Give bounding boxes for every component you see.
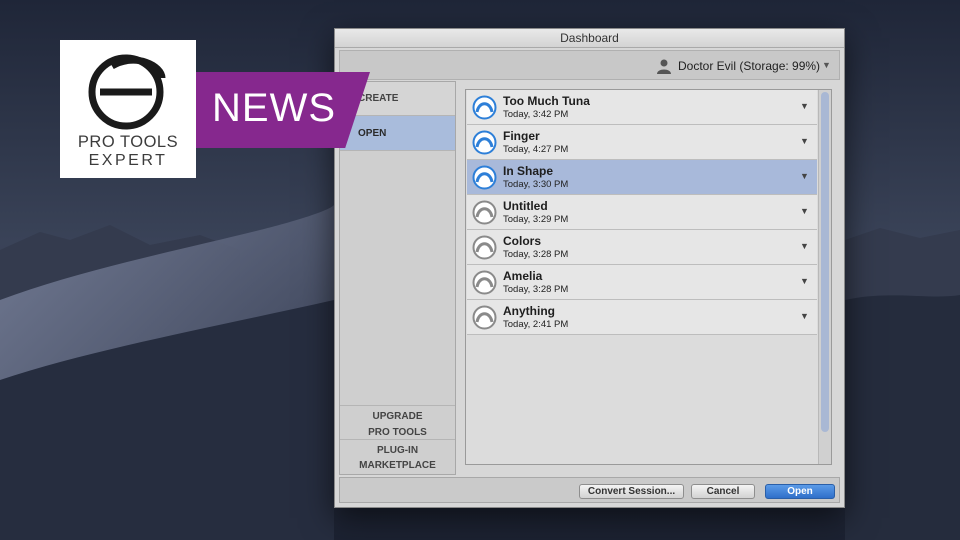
chevron-down-icon[interactable]: ▼ [800,101,809,111]
chevron-down-icon[interactable]: ▼ [800,206,809,216]
chevron-down-icon[interactable]: ▼ [800,311,809,321]
logo-card: PRO TOOLS EXPERT [60,40,196,178]
chevron-down-icon[interactable]: ▼ [800,171,809,181]
sidebar: CREATE OPEN UPGRADE PRO TOOLS PLUG-IN MA… [339,81,456,475]
session-row[interactable]: Amelia Today, 3:28 PM ▼ [467,265,817,300]
pro-tools-session-icon [472,95,497,120]
session-time: Today, 4:27 PM [503,144,569,155]
user-bar: Doctor Evil (Storage: 99%) ▼ [339,50,840,80]
pro-tools-session-icon [472,270,497,295]
sidebar-item-open[interactable]: OPEN [340,116,455,151]
chevron-down-icon[interactable]: ▼ [800,276,809,286]
session-time: Today, 3:42 PM [503,109,569,120]
sidebar-item-label: OPEN [358,128,387,139]
session-row[interactable]: Too Much Tuna Today, 3:42 PM ▼ [467,90,817,125]
session-list: Too Much Tuna Today, 3:42 PM ▼ Finger To… [465,89,832,465]
session-time: Today, 2:41 PM [503,319,569,330]
session-time: Today, 3:30 PM [503,179,569,190]
session-list-scrollbar[interactable] [818,90,831,464]
user-storage-label[interactable]: Doctor Evil (Storage: 99%) [678,59,820,73]
sidebar-item-label: UPGRADE [372,411,423,422]
sidebar-item-upgrade[interactable]: UPGRADE PRO TOOLS [340,405,455,440]
session-time: Today, 3:28 PM [503,284,569,295]
session-row[interactable]: Colors Today, 3:28 PM ▼ [467,230,817,265]
session-name: Too Much Tuna [503,94,590,108]
session-name: Finger [503,129,540,143]
news-banner-label: NEWS [212,86,336,130]
session-name: Colors [503,234,542,248]
pro-tools-expert-logo-icon [88,54,166,130]
session-name: Amelia [503,269,543,283]
open-button[interactable]: Open [765,484,835,499]
sidebar-item-marketplace[interactable]: PLUG-IN MARKETPLACE [340,440,455,474]
scrollbar-thumb[interactable] [821,92,829,432]
sidebar-item-label: PRO TOOLS [368,427,427,438]
logo-text-pro-tools: PRO TOOLS [77,133,179,151]
dashboard-window: Dashboard Doctor Evil (Storage: 99%) ▼ C… [334,28,845,508]
sidebar-item-label: CREATE [358,93,399,104]
chevron-down-icon[interactable]: ▼ [822,60,831,70]
cancel-button[interactable]: Cancel [691,484,755,499]
convert-session-button[interactable]: Convert Session... [579,484,684,499]
pro-tools-session-icon [472,235,497,260]
sidebar-item-label: PLUG-IN [376,445,419,456]
session-time: Today, 3:29 PM [503,214,569,225]
session-name: Anything [503,304,555,318]
person-icon [657,59,671,74]
pro-tools-session-icon [472,130,497,155]
session-row[interactable]: Finger Today, 4:27 PM ▼ [467,125,817,160]
session-name: In Shape [503,164,554,178]
session-row[interactable]: Anything Today, 2:41 PM ▼ [467,300,817,335]
sidebar-item-label: MARKETPLACE [359,460,436,471]
chevron-down-icon[interactable]: ▼ [800,241,809,251]
session-row[interactable]: Untitled Today, 3:29 PM ▼ [467,195,817,230]
pro-tools-session-icon [472,200,497,225]
pro-tools-session-icon [472,165,497,190]
session-row-selected[interactable]: In Shape Today, 3:30 PM ▼ [467,160,817,195]
session-name: Untitled [503,199,548,213]
pro-tools-session-icon [472,305,497,330]
bottom-bar: Convert Session... Cancel Open [339,477,840,503]
logo-text-expert: EXPERT [88,152,168,169]
chevron-down-icon[interactable]: ▼ [800,136,809,146]
session-time: Today, 3:28 PM [503,249,569,260]
window-title: Dashboard [335,29,844,48]
